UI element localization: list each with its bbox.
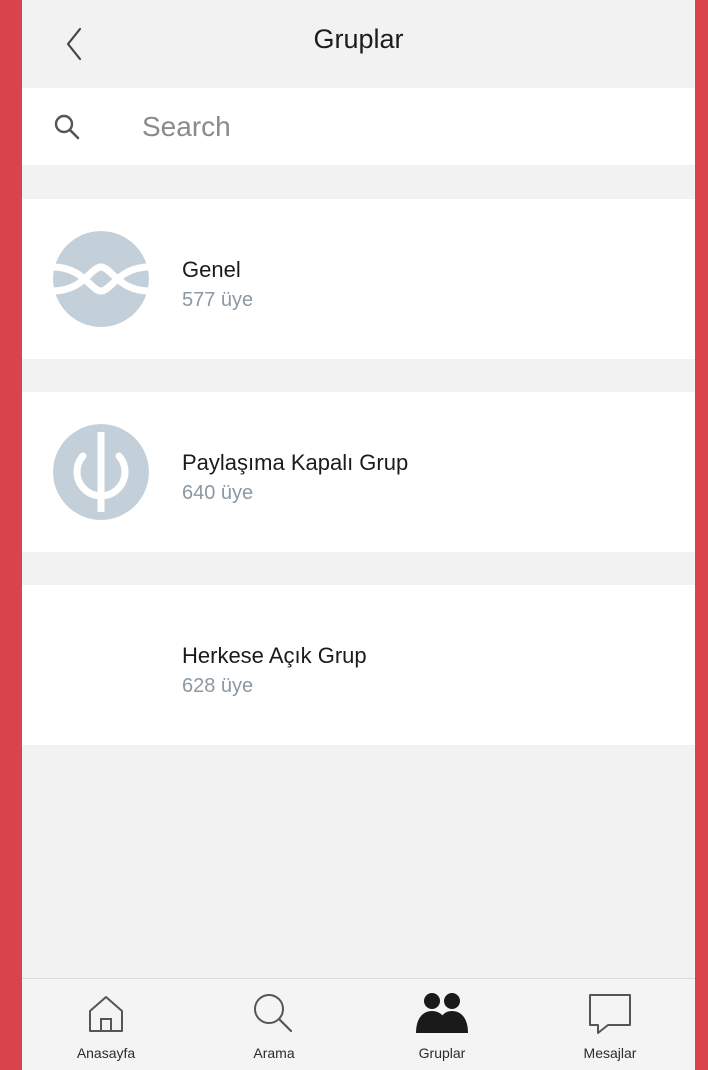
group-member-count: 577 üye xyxy=(182,289,254,311)
tab-label: Arama xyxy=(253,1045,295,1061)
tab-gruplar[interactable]: Gruplar xyxy=(358,979,526,1070)
home-icon xyxy=(89,996,123,1032)
tab-arama[interactable]: Arama xyxy=(190,979,358,1070)
tab-label: Anasayfa xyxy=(76,1045,136,1061)
group-member-count: 640 üye xyxy=(182,482,254,504)
search-bar xyxy=(22,88,695,165)
tab-label: Mesajlar xyxy=(583,1045,637,1061)
group-name: Herkese Açık Grup xyxy=(182,643,367,668)
power-logo-icon xyxy=(53,424,149,520)
genel-logo-icon xyxy=(53,231,149,327)
page-title: Gruplar xyxy=(313,24,404,54)
bottom-tab-bar: Anasayfa Arama Gruplar Mesajlar xyxy=(22,978,695,1070)
group-member-count: 628 üye xyxy=(182,675,254,697)
search-input[interactable] xyxy=(140,106,664,148)
groups-icon xyxy=(416,993,468,1033)
group-item-herkese-acik[interactable]: Herkese Açık Grup 628 üye xyxy=(22,585,695,745)
tab-anasayfa[interactable]: Anasayfa xyxy=(22,979,190,1070)
search-icon xyxy=(54,114,80,140)
tab-mesajlar[interactable]: Mesajlar xyxy=(526,979,694,1070)
group-name: Paylaşıma Kapalı Grup xyxy=(182,450,409,475)
group-name: Genel xyxy=(182,257,241,282)
group-item-paylasima-kapali[interactable]: Paylaşıma Kapalı Grup 640 üye xyxy=(22,392,695,552)
tab-label: Gruplar xyxy=(418,1045,466,1061)
header-bar: Gruplar xyxy=(22,0,695,88)
group-item-genel[interactable]: Genel 577 üye xyxy=(22,199,695,359)
search-icon xyxy=(254,994,293,1033)
phone-screen: Gruplar Genel 577 üye Paylaşıma Kapalı G… xyxy=(22,0,695,1070)
message-icon xyxy=(589,994,631,1034)
